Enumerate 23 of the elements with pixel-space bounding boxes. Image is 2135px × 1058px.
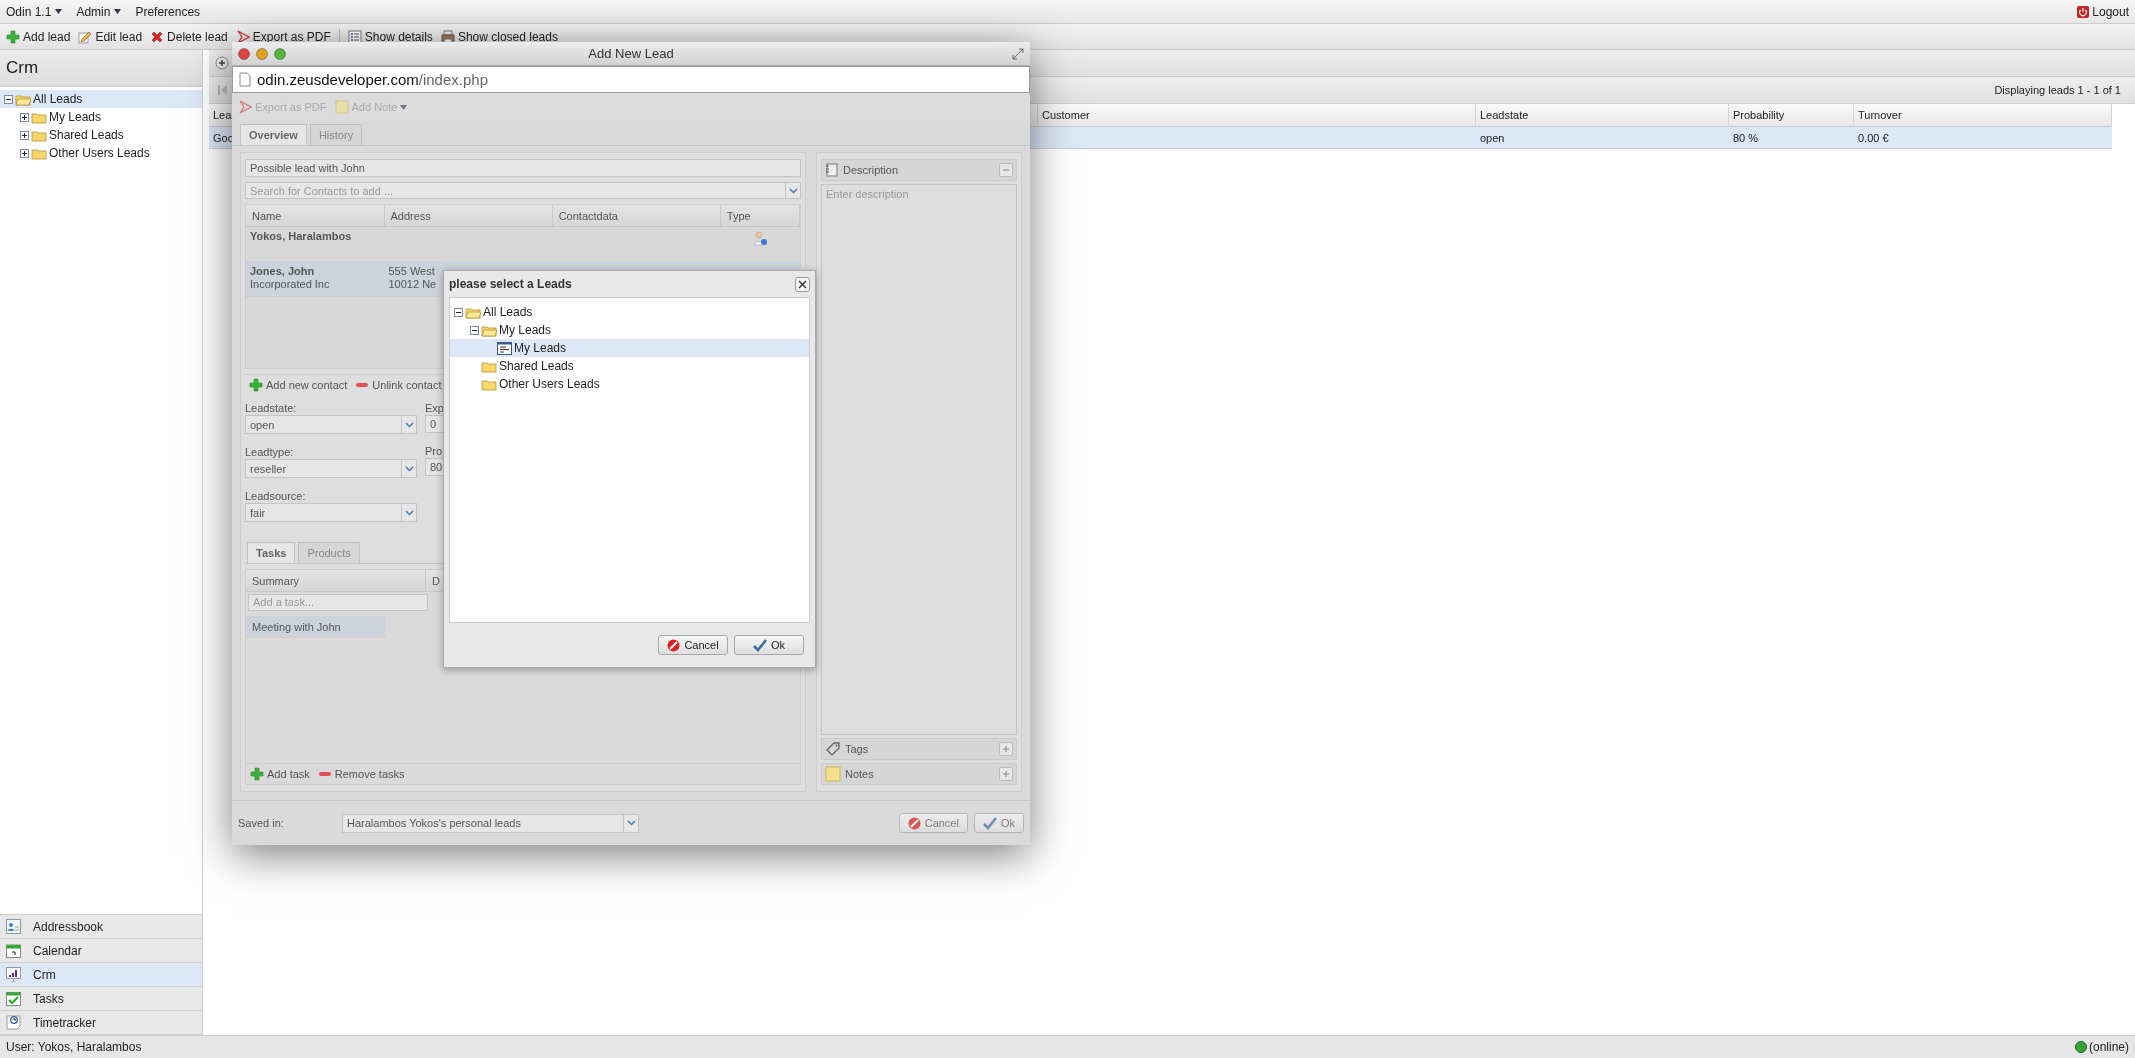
contact-name: Jones, John (250, 265, 315, 277)
field-label: Leadsource: (245, 490, 307, 503)
field-label: Leadtype: (245, 446, 295, 459)
window-title: Add New Lead (587, 46, 675, 61)
connection-status: (online) (2074, 1040, 2129, 1054)
address-line: 10012 Ne (388, 278, 437, 290)
field-label: Leadstate: (245, 402, 298, 415)
field-label: Saved in: (238, 817, 285, 829)
table-cell: 0.00 € (1858, 131, 1889, 144)
dialog-title: please select a Leads (449, 277, 572, 291)
field-label: Exp (425, 402, 445, 415)
table-cell: 80 % (1733, 131, 1759, 144)
panel-title: Tags (845, 743, 870, 755)
panel-title: Notes (845, 768, 875, 780)
user-label: User: Yokos, Haralambos (6, 1040, 142, 1054)
field-label: Pro (425, 445, 444, 458)
company-name: Incorporated Inc (250, 278, 330, 290)
address-line: 555 West (388, 265, 435, 277)
sidebar-title: Crm (0, 50, 202, 87)
table-cell: open (1480, 131, 1505, 144)
contact-name: Yokos, Haralambos (250, 230, 352, 242)
paging-info: Displaying leads 1 - 1 of 1 (1994, 84, 2121, 96)
panel-title: Description (843, 164, 900, 176)
